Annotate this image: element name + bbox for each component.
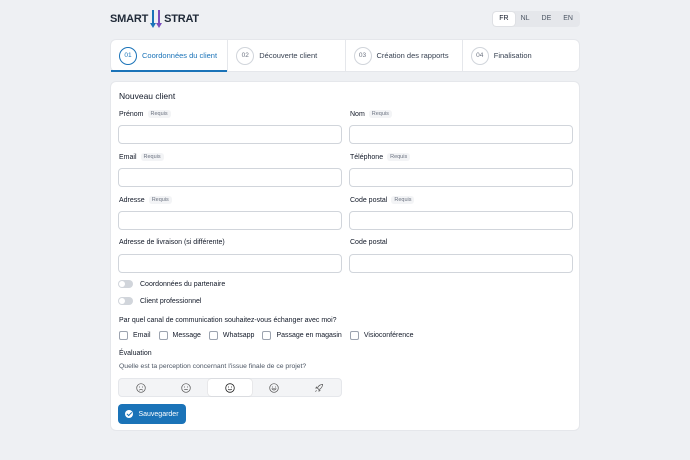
lang-en[interactable]: EN	[557, 12, 579, 26]
checkbox[interactable]	[158, 331, 168, 340]
step-number: 04	[470, 46, 489, 65]
rating-option-rocket[interactable]	[297, 379, 341, 396]
channel-label: Visioconférence	[363, 332, 414, 339]
step-number: 02	[236, 46, 255, 65]
lang-fr[interactable]: FR	[493, 12, 515, 26]
professionnel-toggle[interactable]	[118, 297, 133, 305]
channel-whatsapp[interactable]: Whatsapp	[208, 331, 255, 340]
step-decouverte[interactable]: 02 Découverte client	[228, 40, 346, 71]
channel-visio[interactable]: Visioconférence	[349, 331, 414, 340]
email-label: Email Requis	[119, 153, 164, 161]
step-label: Création des rapports	[376, 51, 449, 60]
form-title: Nouveau client	[119, 91, 176, 101]
save-button[interactable]: Sauvegarder	[118, 404, 186, 424]
lang-de[interactable]: DE	[536, 12, 558, 26]
channel-label: Email	[133, 332, 151, 339]
adresse-livraison-input[interactable]	[118, 254, 342, 273]
rating-option-laugh[interactable]	[252, 379, 296, 396]
adresse-livraison-label-text: Adresse de livraison (si différente)	[119, 239, 225, 246]
evaluation-rating	[118, 378, 342, 397]
app-header: SMART STRAT FR NL DE EN	[110, 8, 580, 30]
save-button-label: Sauvegarder	[138, 410, 179, 418]
evaluation-title: Évaluation	[119, 350, 152, 357]
smile-icon	[225, 382, 235, 393]
nom-label: Nom Requis	[350, 110, 392, 118]
stepper: 01 Coordonnées du client 02 Découverte c…	[110, 39, 580, 72]
brand-logo-left: SMART	[110, 13, 149, 25]
professionnel-toggle-label: Client professionnel	[140, 297, 202, 305]
code-postal-input[interactable]	[349, 211, 573, 230]
rating-option-frown[interactable]	[119, 379, 163, 396]
telephone-input[interactable]	[349, 168, 573, 187]
partenaire-toggle[interactable]	[118, 280, 133, 288]
brand-logo-right: STRAT	[164, 13, 199, 25]
rating-option-smile[interactable]	[207, 379, 253, 396]
professionnel-toggle-row: Client professionnel	[118, 297, 201, 305]
prenom-label: Prénom Requis	[119, 110, 171, 118]
evaluation-question: Quelle est ta perception concernant l'is…	[119, 363, 307, 370]
rocket-icon	[314, 383, 323, 392]
channel-email[interactable]: Email	[119, 331, 151, 340]
prenom-label-text: Prénom	[119, 110, 144, 118]
partenaire-toggle-row: Coordonnées du partenaire	[118, 280, 225, 288]
email-input[interactable]	[118, 168, 342, 187]
channel-magasin[interactable]: Passage en magasin	[262, 331, 342, 340]
step-label: Finalisation	[493, 51, 532, 60]
partenaire-toggle-label: Coordonnées du partenaire	[140, 280, 226, 288]
channel-label: Whatsapp	[222, 332, 255, 339]
meh-icon	[180, 382, 191, 393]
required-badge: Requis	[391, 196, 415, 204]
logo-arrows-icon	[150, 10, 163, 28]
prenom-input[interactable]	[118, 125, 342, 144]
step-finalisation[interactable]: 04 Finalisation	[463, 40, 579, 71]
language-switcher: FR NL DE EN	[492, 11, 580, 27]
checkbox[interactable]	[119, 331, 128, 340]
adresse-livraison-label: Adresse de livraison (si différente)	[119, 239, 225, 246]
channel-message[interactable]: Message	[158, 331, 201, 340]
nom-label-text: Nom	[350, 110, 365, 118]
required-badge: Requis	[147, 110, 171, 118]
required-badge: Requis	[140, 153, 164, 161]
code-postal-livraison-label-text: Code postal	[350, 239, 388, 246]
brand-logo[interactable]: SMART STRAT	[110, 8, 199, 30]
adresse-input[interactable]	[118, 211, 342, 230]
code-postal-livraison-input[interactable]	[349, 254, 573, 273]
channel-checkboxes: Email Message Whatsapp Passage en magasi…	[119, 331, 422, 340]
lang-nl[interactable]: NL	[515, 12, 536, 26]
code-postal-label: Code postal Requis	[350, 196, 415, 204]
required-badge: Requis	[368, 110, 392, 118]
laugh-icon	[269, 382, 280, 393]
required-badge: Requis	[148, 196, 172, 204]
required-badge: Requis	[387, 153, 411, 161]
checkbox[interactable]	[208, 331, 218, 340]
step-number: 01	[119, 46, 137, 65]
code-postal-livraison-label: Code postal	[350, 239, 387, 246]
step-rapports[interactable]: 03 Création des rapports	[346, 40, 463, 71]
telephone-label-text: Téléphone	[350, 153, 384, 161]
rating-option-meh[interactable]	[163, 379, 207, 396]
step-label: Découverte client	[259, 51, 318, 60]
channel-label: Message	[172, 332, 201, 339]
channel-label: Passage en magasin	[276, 332, 342, 339]
step-label: Coordonnées du client	[142, 51, 218, 60]
checkbox[interactable]	[349, 331, 359, 340]
step-coordonnees[interactable]: 01 Coordonnées du client	[111, 40, 229, 72]
nom-input[interactable]	[349, 125, 573, 144]
adresse-label-text: Adresse	[119, 196, 145, 204]
adresse-label: Adresse Requis	[119, 196, 172, 204]
step-number: 03	[353, 46, 372, 65]
channel-question: Par quel canal de communication souhaite…	[119, 317, 337, 324]
code-postal-label-text: Code postal	[350, 196, 388, 204]
telephone-label: Téléphone Requis	[350, 153, 411, 161]
frown-icon	[136, 382, 146, 393]
check-circle-icon	[125, 410, 134, 418]
client-form-card: Nouveau client Prénom Requis Nom Requis …	[110, 81, 580, 431]
email-label-text: Email	[119, 153, 137, 161]
checkbox[interactable]	[262, 331, 272, 340]
